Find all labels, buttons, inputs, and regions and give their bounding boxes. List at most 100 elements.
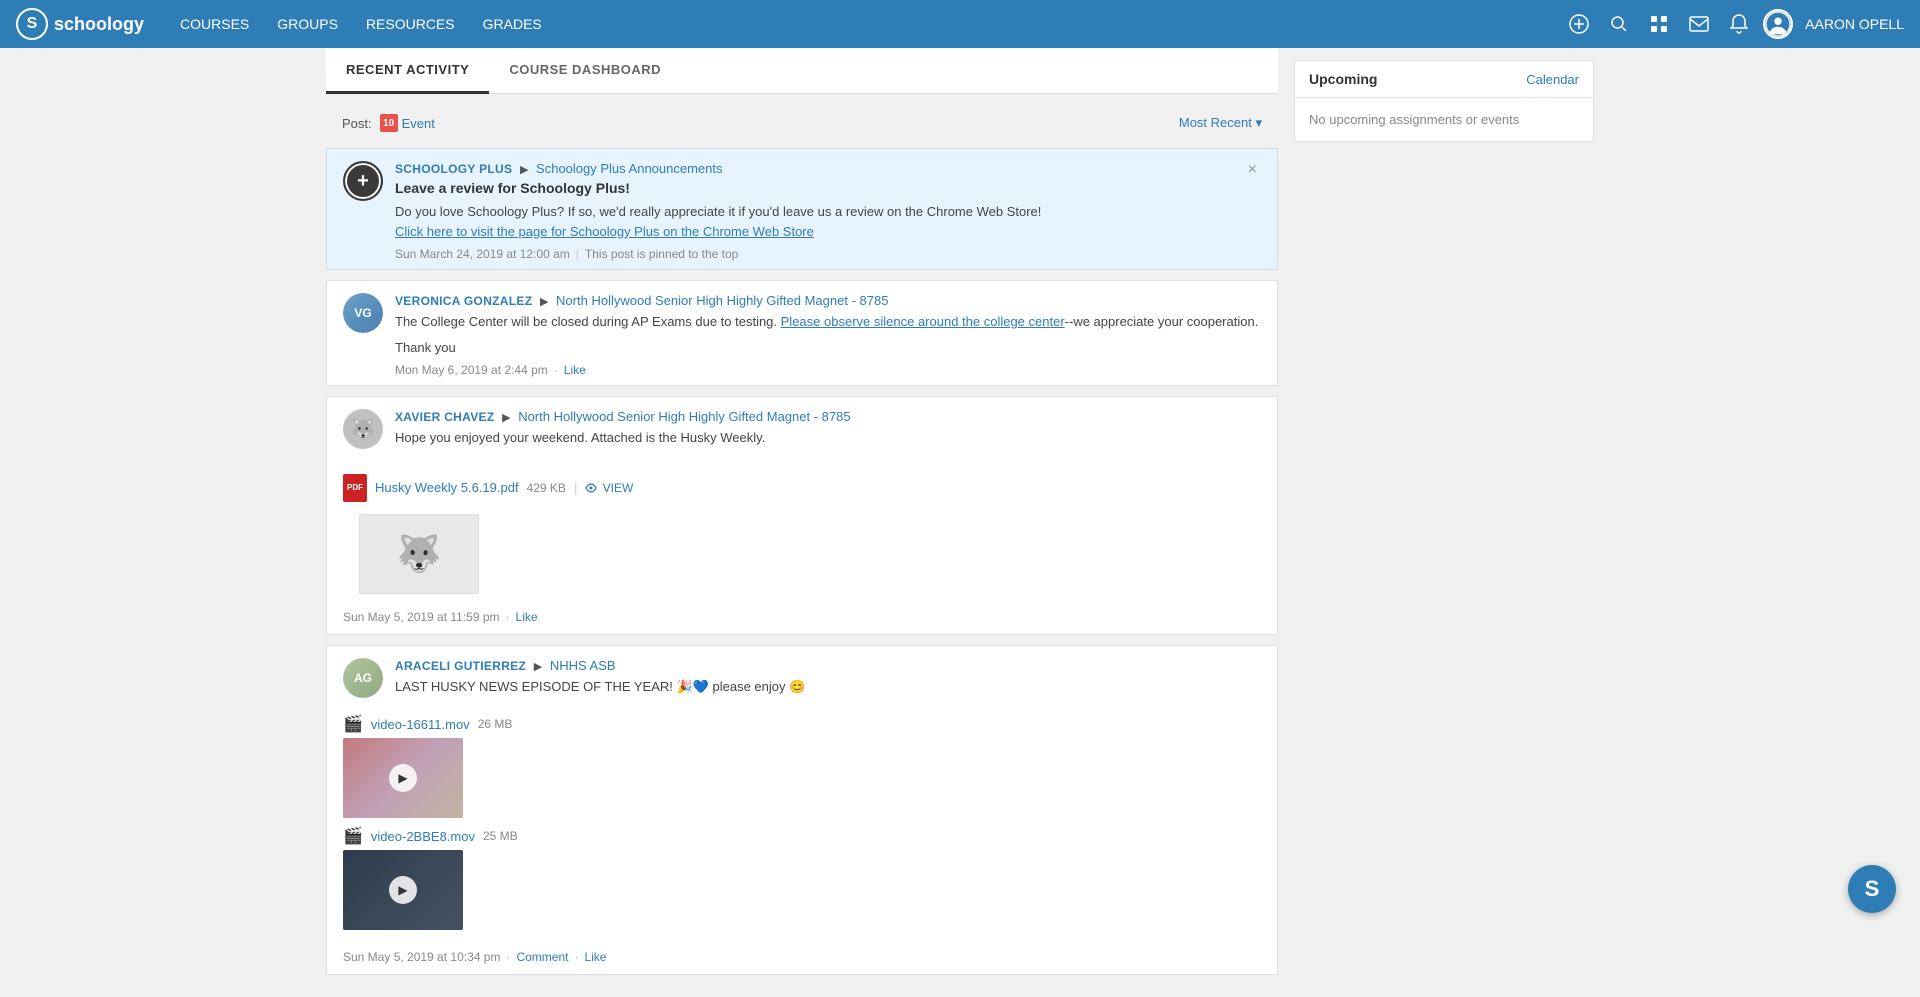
bell-icon[interactable] <box>1723 8 1755 40</box>
image-preview-container: 🐺 <box>327 514 1277 606</box>
pinned-label: This post is pinned to the top <box>585 247 738 261</box>
nav-grades[interactable]: GRADES <box>471 10 554 38</box>
card-content: VERONICA GONZALEZ ▶ North Hollywood Seni… <box>395 293 1261 377</box>
nav-groups[interactable]: GROUPS <box>265 10 350 38</box>
video-attach-2: 🎬 video-2BBE8.mov 25 MB <box>343 826 1261 846</box>
card-body: Do you love Schoology Plus? If so, we'd … <box>395 202 1244 241</box>
grid-icon[interactable] <box>1643 8 1675 40</box>
author-line: ARACELI GUTIERREZ ▶ NHHS ASB <box>395 658 1261 673</box>
husky-image: 🐺 <box>359 514 479 594</box>
event-label: Event <box>402 116 435 131</box>
card-veronica: VG VERONICA GONZALEZ ▶ North Hollywood S… <box>326 280 1278 386</box>
card-body: Hope you enjoyed your weekend. Attached … <box>395 428 1261 448</box>
close-button[interactable]: × <box>1244 161 1261 179</box>
add-icon[interactable] <box>1563 8 1595 40</box>
author-name[interactable]: ARACELI GUTIERREZ <box>395 659 526 673</box>
search-icon[interactable] <box>1603 8 1635 40</box>
like-button[interactable]: Like <box>564 363 586 377</box>
tab-course-dashboard[interactable]: COURSE DASHBOARD <box>489 48 681 94</box>
arrow-icon: ▶ <box>540 296 548 308</box>
group-name[interactable]: North Hollywood Senior High Highly Gifte… <box>518 409 850 424</box>
group-name[interactable]: North Hollywood Senior High Highly Gifte… <box>556 293 888 308</box>
video-thumb-1[interactable]: ▶ <box>343 738 463 818</box>
timestamp: Sun May 5, 2019 at 10:34 pm <box>343 950 500 964</box>
logo[interactable]: S schoology <box>16 8 144 40</box>
card-link[interactable]: Click here to visit the page for Schoolo… <box>395 224 814 239</box>
tabs-bar: RECENT ACTIVITY COURSE DASHBOARD <box>326 48 1278 94</box>
upcoming-title: Upcoming <box>1309 71 1377 87</box>
card-xavier: 🐺 XAVIER CHAVEZ ▶ North Hollywood Senior… <box>326 396 1278 635</box>
avatar-schoology-plus: + <box>343 161 383 201</box>
group-name[interactable]: Schoology Plus Announcements <box>536 161 722 176</box>
card-meta: Mon May 6, 2019 at 2:44 pm · Like <box>395 363 1261 377</box>
video1-size: 26 MB <box>478 717 513 731</box>
attachment-name[interactable]: Husky Weekly 5.6.19.pdf <box>375 480 519 495</box>
play-button-1[interactable]: ▶ <box>389 764 417 792</box>
timestamp: Sun May 5, 2019 at 11:59 pm <box>343 610 500 624</box>
no-events-text: No upcoming assignments or events <box>1309 112 1519 127</box>
mail-icon[interactable] <box>1683 8 1715 40</box>
avatar-xavier: 🐺 <box>343 409 383 449</box>
attachment-size: 429 KB <box>527 481 566 495</box>
avatar-veronica: VG <box>343 293 383 333</box>
author-line: SCHOOLOGY PLUS ▶ Schoology Plus Announce… <box>395 161 1244 176</box>
group-name[interactable]: NHHS ASB <box>550 658 616 673</box>
fab-button[interactable]: S <box>1848 865 1896 913</box>
event-calendar-icon: 10 <box>380 114 398 132</box>
post-event-button[interactable]: 10 Event <box>380 114 435 132</box>
view-link[interactable]: VIEW <box>585 481 633 495</box>
silence-link[interactable]: Please observe silence around the colleg… <box>781 314 1065 329</box>
play-button-2[interactable]: ▶ <box>389 876 417 904</box>
attachment-pdf: PDF Husky Weekly 5.6.19.pdf 429 KB | VIE… <box>327 466 1277 510</box>
widget-body: No upcoming assignments or events <box>1295 98 1593 141</box>
user-name[interactable]: AARON OPELL <box>1805 16 1904 32</box>
video2-link[interactable]: video-2BBE8.mov <box>371 829 475 844</box>
author-line: VERONICA GONZALEZ ▶ North Hollywood Seni… <box>395 293 1261 308</box>
nav-courses[interactable]: COURSES <box>168 10 261 38</box>
feed-area: Post: 10 Event Most Recent ▾ + SCHOOLOGY… <box>326 94 1278 997</box>
card-header: + SCHOOLOGY PLUS ▶ Schoology Plus Announ… <box>327 149 1277 269</box>
video1-link[interactable]: video-16611.mov <box>371 717 470 732</box>
avatar-araceli: AG <box>343 658 383 698</box>
card-araceli: AG ARACELI GUTIERREZ ▶ NHHS ASB LAST HUS… <box>326 645 1278 976</box>
like-button[interactable]: Like <box>516 610 538 624</box>
main-nav: COURSES GROUPS RESOURCES GRADES <box>168 10 1563 38</box>
author-name[interactable]: SCHOOLOGY PLUS <box>395 162 512 176</box>
card-title: Leave a review for Schoology Plus! <box>395 180 1244 196</box>
sort-dropdown[interactable]: Most Recent ▾ <box>1179 115 1262 131</box>
card-header: VG VERONICA GONZALEZ ▶ North Hollywood S… <box>327 281 1277 385</box>
user-avatar-header[interactable] <box>1763 9 1793 39</box>
video-icon-2: 🎬 <box>343 826 363 846</box>
post-bar: Post: 10 Event Most Recent ▾ <box>326 106 1278 140</box>
author-name[interactable]: VERONICA GONZALEZ <box>395 294 532 308</box>
content-area: RECENT ACTIVITY COURSE DASHBOARD Post: 1… <box>326 48 1278 997</box>
tab-recent-activity[interactable]: RECENT ACTIVITY <box>326 48 489 94</box>
card-content: XAVIER CHAVEZ ▶ North Hollywood Senior H… <box>395 409 1261 454</box>
post-label: Post: <box>342 116 372 131</box>
arrow-icon: ▶ <box>520 164 528 176</box>
video-attach-1: 🎬 video-16611.mov 26 MB <box>343 714 1261 734</box>
author-line: XAVIER CHAVEZ ▶ North Hollywood Senior H… <box>395 409 1261 424</box>
card-meta: Sun March 24, 2019 at 12:00 am | This po… <box>395 247 1244 261</box>
app-header: S schoology COURSES GROUPS RESOURCES GRA… <box>0 0 1920 48</box>
logo-icon: S <box>16 8 48 40</box>
author-name[interactable]: XAVIER CHAVEZ <box>395 410 494 424</box>
comment-button[interactable]: Comment <box>516 950 568 964</box>
card-meta: Sun May 5, 2019 at 11:59 pm · Like <box>327 606 1277 634</box>
card-header: 🐺 XAVIER CHAVEZ ▶ North Hollywood Senior… <box>327 397 1277 462</box>
upcoming-widget: Upcoming Calendar No upcoming assignment… <box>1294 60 1594 142</box>
header-actions: AARON OPELL <box>1563 8 1904 40</box>
video-attachments: 🎬 video-16611.mov 26 MB ▶ 🎬 video-2BBE8.… <box>327 710 1277 942</box>
nav-resources[interactable]: RESOURCES <box>354 10 467 38</box>
timestamp: Mon May 6, 2019 at 2:44 pm <box>395 363 548 377</box>
card-body: LAST HUSKY NEWS EPISODE OF THE YEAR! 🎉💙 … <box>395 677 1261 697</box>
like-button[interactable]: Like <box>584 950 606 964</box>
widget-header: Upcoming Calendar <box>1295 61 1593 98</box>
video-thumb-2[interactable]: ▶ <box>343 850 463 930</box>
calendar-link[interactable]: Calendar <box>1526 72 1579 87</box>
fab-initial: S <box>1865 876 1880 902</box>
timestamp: Sun March 24, 2019 at 12:00 am <box>395 247 570 261</box>
card-content: SCHOOLOGY PLUS ▶ Schoology Plus Announce… <box>395 161 1244 261</box>
logo-text: schoology <box>54 14 144 35</box>
card-body-2: Thank you <box>395 338 1261 358</box>
